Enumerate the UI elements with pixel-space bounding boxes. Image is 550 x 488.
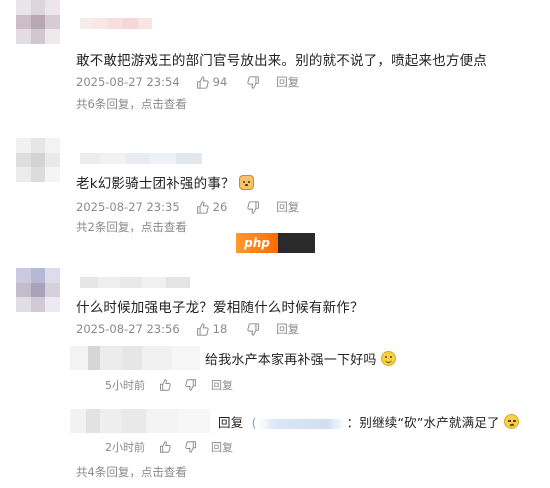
like-button[interactable]: 94 [196, 75, 228, 89]
like-count: 26 [212, 200, 228, 214]
comment-date: 2025-08-27 23:54 [76, 75, 180, 89]
like-button[interactable] [159, 379, 171, 391]
smile-emoji-icon [380, 351, 396, 366]
separator: ： [346, 415, 360, 430]
dog-face-emoji-icon [238, 175, 254, 190]
reply-time: 5小时前 [105, 379, 145, 392]
like-button[interactable] [159, 441, 171, 453]
dislike-button[interactable] [185, 379, 197, 391]
avatar[interactable] [16, 0, 60, 44]
reply-meta: 2小时前 回复 [105, 439, 233, 455]
reply-text-row: 给我水产本家再补强一下好吗 [205, 349, 396, 368]
comment-date: 2025-08-27 23:35 [76, 200, 180, 214]
dislike-button[interactable] [247, 75, 260, 89]
reply-meta: 5小时前 回复 [105, 377, 233, 393]
reply-text: 别继续“砍”水产就满足了 [359, 415, 500, 430]
view-replies-link[interactable]: 共4条回复，点击查看 [76, 464, 187, 480]
reply-button[interactable]: 回复 [276, 321, 299, 337]
thumbs-down-icon [247, 200, 260, 214]
thumbs-down-icon [247, 322, 260, 336]
username-blurred[interactable] [80, 153, 202, 164]
comment-meta: 2025-08-27 23:35 26 回复 [76, 199, 299, 215]
thumbs-down-icon [247, 75, 260, 89]
thumbs-up-icon [160, 441, 171, 453]
comment-text-row: 老k幻影骑士团补强的事？ [76, 172, 254, 192]
open-paren: ( [251, 415, 257, 430]
reply-prefix: 回复 [218, 415, 244, 430]
username-blurred[interactable] [80, 18, 152, 29]
thumbs-down-icon [185, 441, 196, 453]
dislike-button[interactable] [247, 322, 260, 336]
comment-text: 老k幻影骑士团补强的事？ [76, 176, 235, 192]
thumbs-up-icon [160, 379, 171, 391]
reply-time: 2小时前 [105, 441, 145, 454]
php-watermark-logo: php [236, 233, 315, 253]
like-count: 94 [212, 75, 228, 89]
thumbs-up-icon [196, 200, 209, 214]
reply-button[interactable]: 回复 [276, 74, 299, 90]
view-replies-link[interactable]: 共2条回复，点击查看 [76, 219, 187, 235]
thumbs-up-icon [196, 322, 209, 336]
avatar[interactable] [16, 138, 60, 182]
reply-button[interactable]: 回复 [211, 439, 233, 455]
comment-date: 2025-08-27 23:56 [76, 322, 180, 336]
comment-text: 敢不敢把游戏王的部门官号放出来。别的就不说了，喷起来也方便点 [76, 53, 487, 69]
dislike-button[interactable] [247, 200, 260, 214]
avatar[interactable] [16, 268, 60, 312]
like-button[interactable]: 26 [196, 200, 228, 214]
view-replies-link[interactable]: 共6条回复，点击查看 [76, 96, 187, 112]
reply-text: 给我水产本家再补强一下好吗 [205, 353, 377, 368]
watermark-text: php [236, 233, 278, 253]
reply-button[interactable]: 回复 [276, 199, 299, 215]
comment-text: 什么时候加强电子龙？爱相随什么时候有新作？ [76, 300, 364, 316]
reply-user-blurred[interactable] [70, 346, 200, 370]
dislike-button[interactable] [185, 441, 197, 453]
hmm-emoji-icon [503, 414, 519, 429]
reply-user-blurred[interactable] [70, 409, 210, 433]
reply-text-row: 回复 ( ：别继续“砍”水产就满足了 [218, 412, 519, 431]
username-blurred[interactable] [80, 277, 190, 288]
like-count: 18 [212, 322, 228, 336]
mention-user-blurred[interactable] [258, 418, 345, 429]
reply-button[interactable]: 回复 [211, 377, 233, 393]
thumbs-down-icon [185, 379, 196, 391]
comment-meta: 2025-08-27 23:54 94 回复 [76, 74, 299, 90]
comment-meta: 2025-08-27 23:56 18 回复 [76, 321, 299, 337]
thumbs-up-icon [196, 75, 209, 89]
like-button[interactable]: 18 [196, 322, 228, 336]
